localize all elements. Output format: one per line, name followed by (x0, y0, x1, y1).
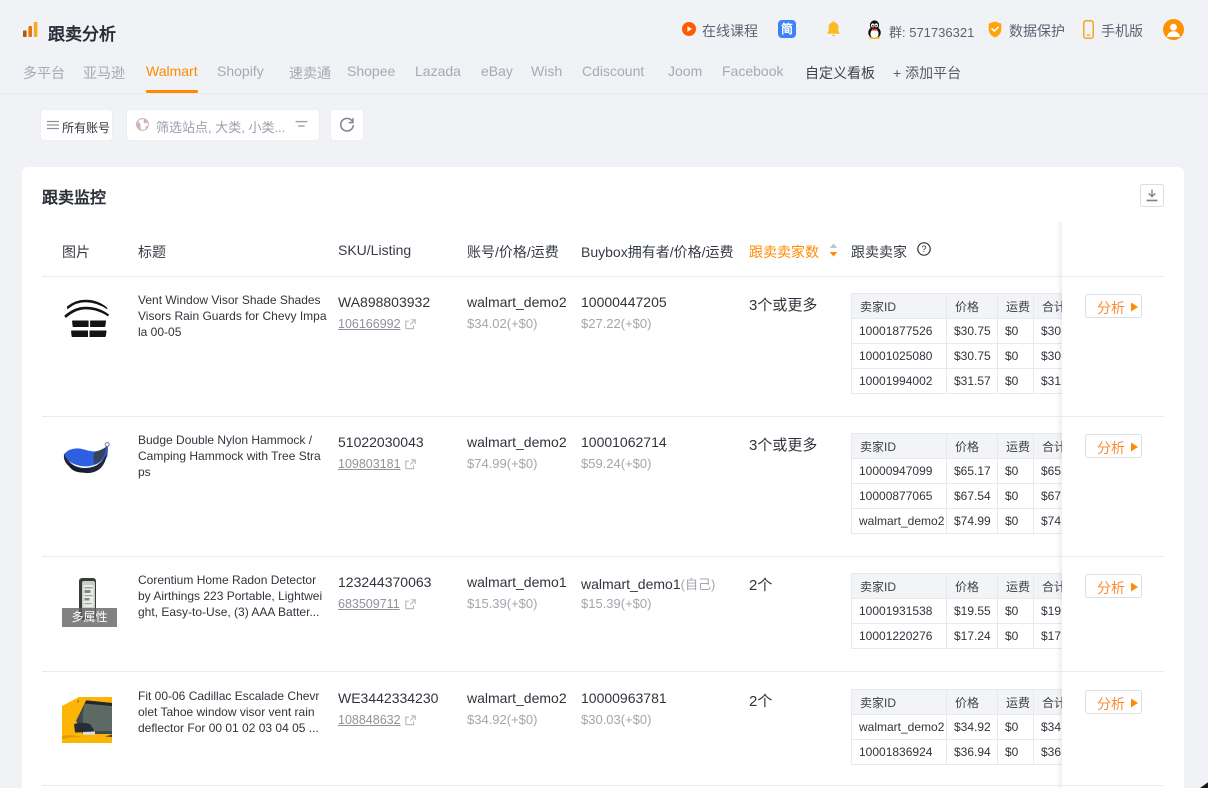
svg-text:?: ? (921, 244, 926, 254)
